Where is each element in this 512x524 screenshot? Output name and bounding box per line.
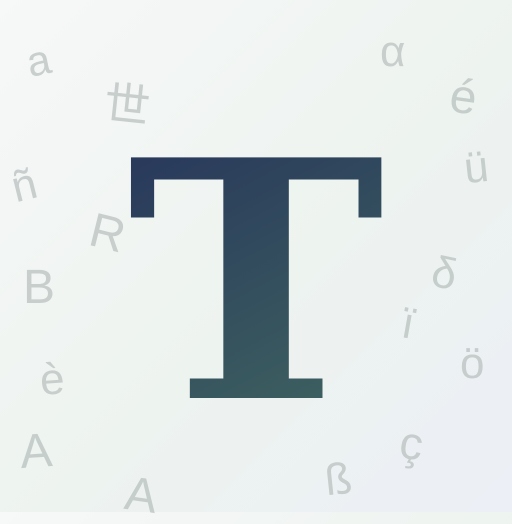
logo-letter: T (127, 88, 385, 476)
logo-letter-text: T (127, 88, 385, 476)
